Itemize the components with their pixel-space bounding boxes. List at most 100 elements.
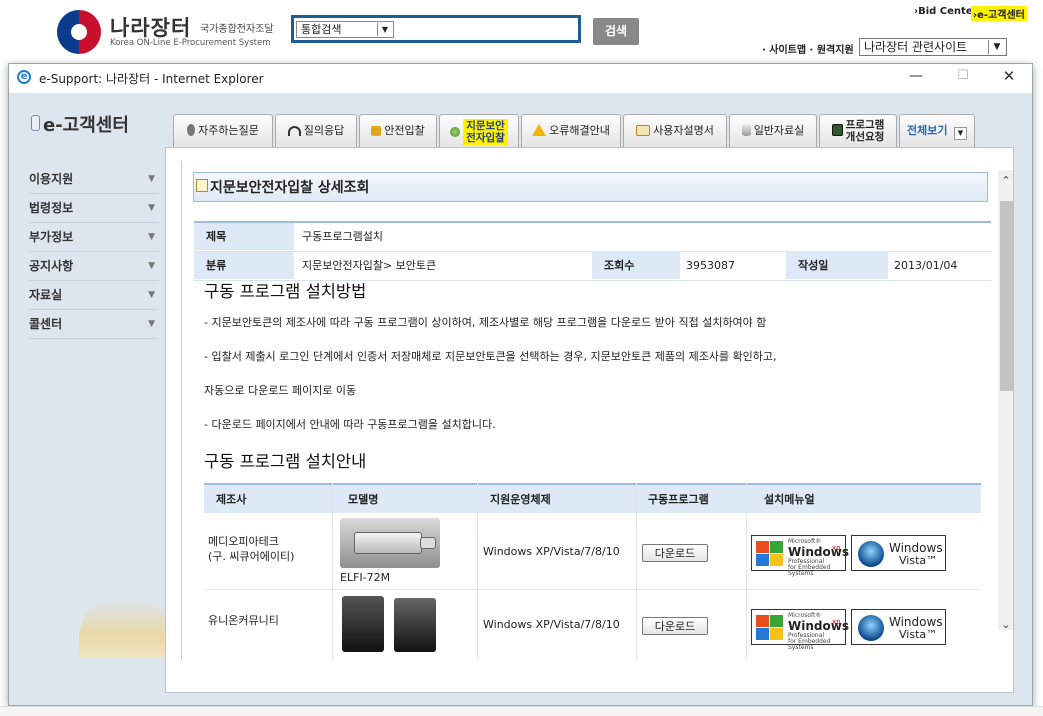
sitemap-remote-links[interactable]: · 사이트맵 · 원격지원: [762, 41, 854, 56]
page-title: 지문보안전자입찰 상세조회: [210, 180, 370, 196]
windows-xp-manual-link[interactable]: Microsoft® Windows xp Professional for E…: [751, 609, 849, 651]
section-heading-guide: 구동 프로그램 설치안내: [204, 452, 367, 471]
sidebar-item-notice[interactable]: 공지사항 ▼: [29, 252, 159, 281]
dropdown-icon: ▼: [953, 127, 967, 140]
sidebar-item-label: 자료실: [29, 288, 63, 302]
tab-qna[interactable]: 질의응답: [275, 114, 357, 147]
date-label: 작성일: [786, 252, 888, 279]
tab-label: 일반자료실: [753, 124, 805, 137]
tab-biometric-bid[interactable]: 지문보안 전자입찰: [439, 114, 519, 147]
minimize-button[interactable]: —: [906, 68, 926, 84]
badge-small-text: for Embedded Systems: [788, 564, 831, 577]
fingerprint-icon: [450, 127, 461, 137]
related-sites-value: 나라장터 관련사이트: [864, 40, 968, 54]
chevron-down-icon: ▼: [988, 40, 1005, 54]
sidebar-item-label: 공지사항: [29, 259, 74, 273]
logo-subtitle: 국가종합전자조달: [200, 24, 274, 35]
scroll-down-icon[interactable]: ⌄: [999, 618, 1013, 631]
windows-xp-manual-link[interactable]: Microsoft® Windows xp Professional for E…: [751, 535, 849, 577]
tab-label: 오류해결안내: [549, 124, 610, 137]
column-header: 모델명: [348, 493, 379, 506]
scrollbar-thumb[interactable]: [1000, 201, 1014, 391]
sidebar-item-law[interactable]: 법령정보 ▼: [29, 194, 159, 223]
window-titlebar[interactable]: e e-Support: 나라장터 - Internet Explorer — …: [9, 64, 1032, 92]
related-sites-select[interactable]: 나라장터 관련사이트 ▼: [859, 38, 1007, 56]
microphone-icon: [187, 124, 196, 136]
tab-label: 질의응답: [303, 124, 345, 137]
views-value: 3953087: [686, 259, 735, 272]
column-header: 제조사: [216, 493, 247, 506]
tab-label-line2: 전자입찰: [466, 132, 505, 144]
column-divider: [636, 483, 637, 660]
sidebar-item-support[interactable]: 이용지원 ▼: [29, 165, 159, 194]
paragraph: - 지문보안토큰의 제조사에 따라 구동 프로그램이 상이하여, 제조사별로 해…: [204, 316, 767, 329]
bid-center-link[interactable]: ›Bid Center: [914, 6, 978, 17]
section-heading-method: 구동 프로그램 설치방법: [204, 282, 367, 301]
tab-label-line1: 프로그램: [845, 119, 885, 131]
badge-text: Windows: [889, 541, 943, 555]
pencil-note-icon: [196, 179, 208, 192]
internet-explorer-icon: e: [17, 70, 31, 84]
chevron-down-icon: ▼: [148, 232, 155, 242]
chevron-down-icon: ▼: [377, 23, 392, 36]
maker-name: 유니온커뮤니티: [208, 614, 279, 627]
views-label: 조회수: [592, 252, 680, 279]
column-divider: [746, 483, 747, 660]
windows-flag-icon: [756, 541, 784, 567]
database-icon: [741, 124, 751, 136]
lock-icon: [371, 126, 382, 136]
ecenter-link[interactable]: ›e-고객센터: [971, 6, 1027, 21]
badge-text: Vista™: [899, 554, 938, 567]
row-divider: [204, 589, 981, 590]
scroll-up-icon[interactable]: ⌃: [999, 174, 1013, 187]
tab-safe-bid[interactable]: 안전입찰: [359, 114, 437, 147]
windows-flag-icon: [756, 615, 784, 641]
taegeuk-logo-icon[interactable]: [57, 10, 101, 54]
title-label: 제목: [194, 223, 294, 250]
badge-text: Windows: [889, 615, 943, 629]
chevron-down-icon: ▼: [148, 261, 155, 271]
usb-connector-icon: [420, 537, 436, 549]
search-scope-select[interactable]: 통합검색 ▼: [296, 21, 394, 38]
ecenter-page: e-고객센터 자주하는질문 질의응답 안전입찰 지문보안 전자입찰 오류해결안내 …: [9, 93, 1032, 705]
chevron-down-icon: ▼: [148, 290, 155, 300]
paragraph: 자동으로 다운로드 페이지로 이동: [204, 384, 357, 397]
tab-program-request[interactable]: 프로그램 개선요청: [819, 114, 897, 147]
download-button[interactable]: 다운로드: [642, 617, 708, 635]
tab-label: 프로그램 개선요청: [846, 119, 885, 143]
usb-token-icon: [354, 532, 422, 554]
search-button[interactable]: 검색: [593, 18, 639, 45]
tab-faq[interactable]: 자주하는질문: [173, 114, 273, 147]
tab-label-line1: 지문보안: [466, 120, 505, 132]
meta-row-info: 분류 지문보안전자입찰> 보안토큰 조회수 3953087 작성일 2013/0…: [194, 252, 991, 281]
windows-vista-manual-link[interactable]: Windows Vista™: [851, 609, 946, 645]
manual-icon: [636, 125, 651, 136]
windows-vista-manual-link[interactable]: Windows Vista™: [851, 535, 946, 571]
sidebar-item-library[interactable]: 자료실 ▼: [29, 281, 159, 310]
os-support: Windows XP/Vista/7/8/10: [483, 545, 620, 558]
tab-error-help[interactable]: 오류해결안내: [521, 114, 621, 147]
windows-vista-orb-icon: [858, 615, 884, 641]
badge-sup-text: xp: [832, 544, 841, 552]
sidebar-item-callcenter[interactable]: 콜센터 ▼: [29, 310, 159, 339]
column-header: 구동프로그램: [648, 493, 709, 506]
warning-icon: [532, 124, 547, 136]
windows-vista-orb-icon: [858, 541, 884, 567]
tab-user-manual[interactable]: 사용자설명서: [623, 114, 727, 147]
meta-row-title: 제목 구동프로그램설치: [194, 223, 991, 252]
ecenter-heading-text: e-고객센터: [43, 115, 129, 136]
tab-label: 지문보안 전자입찰: [463, 119, 508, 145]
sidebar-item-extra[interactable]: 부가정보 ▼: [29, 223, 159, 252]
fingerprint-reader-icon: [394, 598, 436, 652]
close-button[interactable]: ✕: [999, 67, 1019, 85]
device-image: [340, 594, 440, 654]
maker-line1: 메디오피아테크: [208, 535, 279, 548]
search-scope-value: 통합검색: [301, 23, 342, 36]
tab-general-library[interactable]: 일반자료실: [729, 114, 817, 147]
maker-name: 메디오피아테크 (구. 씨큐어에이티): [208, 534, 294, 564]
download-button[interactable]: 다운로드: [642, 544, 708, 562]
maximize-button[interactable]: ☐: [953, 68, 973, 83]
tab-view-all[interactable]: 전체보기 ▼: [899, 114, 975, 147]
paragraph: - 입찰서 제출시 로그인 단계에서 인증서 저장매체로 지문보안토큰을 선택하…: [204, 350, 777, 363]
badge-small-text: for Embedded Systems: [788, 638, 831, 651]
